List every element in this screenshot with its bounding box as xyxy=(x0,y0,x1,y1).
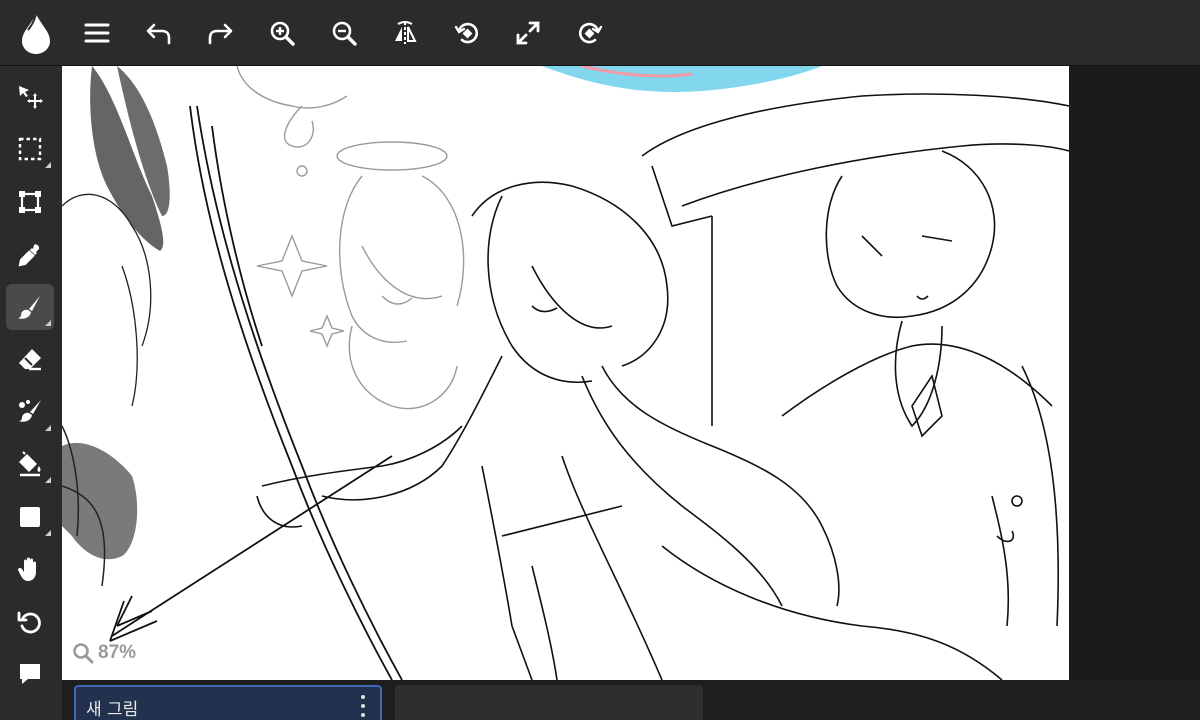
brush-tool[interactable] xyxy=(6,284,54,330)
redo-button[interactable] xyxy=(200,13,240,53)
app-logo-icon xyxy=(22,13,50,54)
brush-icon xyxy=(18,296,40,319)
submenu-indicator xyxy=(45,530,51,536)
more-dot-icon xyxy=(361,704,365,708)
tool-sidebar xyxy=(0,66,62,720)
menu-button[interactable] xyxy=(77,13,117,53)
smudge-brush-icon xyxy=(19,400,41,422)
transform-tool[interactable] xyxy=(6,179,54,225)
smudge-tool[interactable] xyxy=(6,389,54,435)
submenu-indicator xyxy=(45,162,51,168)
marquee-select-icon xyxy=(18,137,42,161)
shape-tool[interactable] xyxy=(6,494,54,540)
hand-icon xyxy=(18,557,36,581)
zoom-indicator: 87% xyxy=(72,642,136,664)
history-tool[interactable] xyxy=(6,599,54,645)
transform-icon xyxy=(19,191,41,213)
undo-icon xyxy=(146,23,171,45)
canvas-workspace[interactable] xyxy=(62,66,1200,680)
comment-tool[interactable] xyxy=(6,651,54,697)
rotate-left-button[interactable] xyxy=(447,13,487,53)
flip-button[interactable] xyxy=(385,13,425,53)
hand-tool[interactable] xyxy=(6,546,54,592)
submenu-indicator xyxy=(45,425,51,431)
top-toolbar xyxy=(0,0,1200,66)
more-dot-icon xyxy=(361,695,365,699)
zoom-in-button[interactable] xyxy=(262,13,302,53)
undo-button[interactable] xyxy=(139,13,179,53)
zoom-level: 87% xyxy=(98,642,137,663)
eraser-tool[interactable] xyxy=(6,336,54,382)
expand-icon xyxy=(516,21,540,45)
eyedropper-tool[interactable] xyxy=(6,232,54,278)
eyedropper-icon xyxy=(18,244,40,267)
submenu-indicator xyxy=(45,320,51,326)
move-cursor-icon xyxy=(19,86,43,109)
reset-icon xyxy=(17,611,41,634)
redo-icon xyxy=(208,23,233,45)
rotate-right-icon xyxy=(578,22,603,44)
rotate-left-icon xyxy=(454,22,479,44)
speech-bubble-icon xyxy=(20,664,40,684)
more-dot-icon xyxy=(361,713,365,717)
flip-icon xyxy=(395,21,417,44)
fullscreen-button[interactable] xyxy=(508,13,548,53)
drawing-app: 87% 새 그림 xyxy=(0,0,1200,720)
drawing-canvas[interactable] xyxy=(62,66,1069,680)
layer-more-button[interactable] xyxy=(356,695,370,717)
layer-bar: 새 그림 xyxy=(62,680,1200,720)
submenu-indicator xyxy=(45,477,51,483)
layer-name: 새 그림 xyxy=(86,700,139,720)
zoom-out-icon xyxy=(332,21,357,46)
magnifier-icon xyxy=(73,643,94,664)
square-shape-icon xyxy=(20,507,40,527)
sketch-artwork xyxy=(62,66,1069,680)
hamburger-icon xyxy=(84,23,110,43)
rotate-right-button[interactable] xyxy=(570,13,610,53)
selection-tool[interactable] xyxy=(6,126,54,172)
paint-bucket-icon xyxy=(19,451,41,477)
fill-tool[interactable] xyxy=(6,441,54,487)
move-tool[interactable] xyxy=(6,74,54,120)
layer-tab-secondary[interactable] xyxy=(395,685,703,720)
zoom-in-icon xyxy=(270,21,295,46)
zoom-out-button[interactable] xyxy=(324,13,364,53)
layer-tab-current[interactable]: 새 그림 xyxy=(74,685,382,720)
eraser-icon xyxy=(19,349,41,371)
